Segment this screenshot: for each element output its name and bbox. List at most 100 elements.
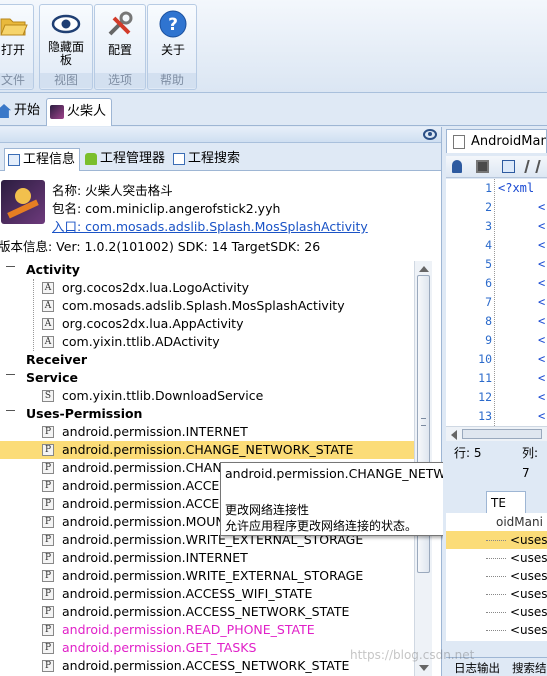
leaf-label: android.permission.INTERNET	[62, 550, 248, 565]
panel-header	[0, 127, 441, 143]
tree-leaf[interactable]: Pandroid.permission.INTERNET	[0, 423, 414, 441]
tab-project-label: 火柴人	[67, 104, 107, 119]
tree-node-service[interactable]: Service	[0, 369, 414, 387]
leaf-label: android.permission.ACCESS_NETWORK_STATE	[62, 604, 350, 619]
tree-connector	[486, 576, 506, 577]
app-icon	[50, 105, 64, 119]
collapse-icon[interactable]	[6, 374, 15, 375]
tab-start[interactable]: 开始	[0, 98, 42, 126]
hide-panel-button[interactable]: 隐藏面板	[41, 7, 91, 69]
node-label: Activity	[26, 262, 80, 277]
activity-icon: A	[42, 336, 54, 348]
tab-search-results[interactable]: 搜索结	[512, 660, 547, 676]
tab-project-manager[interactable]: 工程管理器	[82, 148, 168, 171]
code-line: <?xml	[498, 181, 535, 195]
permission-icon: P	[42, 570, 54, 582]
node-label: Uses-Permission	[26, 406, 143, 421]
document-tabs: 开始 火柴人	[0, 94, 547, 126]
leaf-label: android.permission.CHANG	[62, 460, 232, 475]
tree-leaf[interactable]: Pandroid.permission.INTERNET	[0, 549, 414, 567]
xml-node-label: <uses-	[510, 605, 547, 619]
tree-connector	[486, 540, 506, 541]
save-icon[interactable]	[476, 160, 489, 173]
tree-leaf[interactable]: Acom.mosads.adslib.Splash.MosSplashActiv…	[0, 297, 414, 315]
tab-bottom[interactable]: TE	[486, 491, 526, 513]
scroll-left-icon[interactable]	[451, 430, 457, 440]
search-icon	[173, 153, 185, 165]
tree-node-receiver[interactable]: Receiver	[0, 351, 414, 369]
tree-node-permissions[interactable]: Uses-Permission	[0, 405, 414, 423]
tree-leaf[interactable]: Aorg.cocos2dx.lua.LogoActivity	[0, 279, 414, 297]
collapse-icon[interactable]	[6, 266, 15, 267]
tab-project[interactable]: 火柴人	[46, 98, 112, 126]
config-button[interactable]: 配置	[95, 7, 145, 69]
code-line: <	[538, 276, 546, 290]
tree-node-activity[interactable]: Activity	[0, 261, 414, 279]
activity-icon: A	[42, 282, 54, 294]
about-button[interactable]: ? 关于	[148, 7, 198, 69]
editor-panel: AndroidMani 1 2 3 4 5 6 7 8 9 10 11 12 1…	[443, 127, 547, 676]
project-subtabs: 工程信息 工程管理器 工程搜索	[0, 143, 441, 171]
xml-node[interactable]: <uses-	[446, 567, 547, 585]
view-group-caption: 视图	[40, 73, 92, 88]
line-number: 3	[485, 219, 492, 233]
line-number: 6	[485, 276, 492, 290]
tab-project-search[interactable]: 工程搜索	[170, 148, 242, 171]
tree-leaf-selected[interactable]: Pandroid.permission.CHANGE_NETWORK_STATE	[0, 441, 414, 459]
copy-icon[interactable]	[502, 160, 515, 173]
xml-node[interactable]: <uses-	[446, 549, 547, 567]
tab-android-manifest[interactable]: AndroidMani	[446, 129, 547, 153]
tree-leaf[interactable]: Pandroid.permission.ACCESS_WIFI_STATE	[0, 585, 414, 603]
ribbon-group-view: 隐藏面板 视图	[39, 4, 93, 90]
permission-icon: P	[42, 552, 54, 564]
tree-leaf[interactable]: Scom.yixin.ttlib.DownloadService	[0, 387, 414, 405]
status-row: 行: 5	[454, 446, 482, 460]
code-editor[interactable]: 1 2 3 4 5 6 7 8 9 10 11 12 13 <?xml < < …	[446, 179, 547, 426]
hscroll-thumb[interactable]	[462, 429, 542, 439]
permission-icon: P	[42, 606, 54, 618]
scroll-down-icon[interactable]	[419, 665, 429, 671]
home-icon	[0, 104, 11, 118]
scroll-up-icon[interactable]	[419, 266, 429, 272]
tree-leaf[interactable]: Pandroid.permission.ACCESS_NETWORK_STATE	[0, 603, 414, 621]
app-entry-link[interactable]: 入口: com.mosads.adslib.Splash.MosSplashAc…	[52, 216, 368, 235]
code-line: <	[538, 333, 546, 347]
xml-node-selected[interactable]: <uses-	[446, 531, 547, 549]
xml-node[interactable]: <uses-	[446, 585, 547, 603]
app-name: 名称: 火柴人突击格斗	[52, 183, 173, 198]
code-line: <	[538, 200, 546, 214]
tooltip-description: 允许应用程序更改网络连接的状态。	[225, 519, 418, 533]
leaf-label: android.permission.CHANGE_NETWORK_STATE	[62, 442, 354, 457]
code-line: <	[538, 295, 546, 309]
tree-leaf[interactable]: Acom.yixin.ttlib.ADActivity	[0, 333, 414, 351]
android-icon	[85, 153, 97, 165]
xml-node[interactable]: <uses-	[446, 621, 547, 639]
tree-leaf[interactable]: Aorg.cocos2dx.lua.AppActivity	[0, 315, 414, 333]
lock-icon[interactable]	[452, 160, 462, 173]
leaf-label: android.permission.ACCESS	[62, 496, 236, 511]
leaf-label: org.cocos2dx.lua.LogoActivity	[62, 280, 250, 295]
tree-leaf[interactable]: Pandroid.permission.WRITE_EXTERNAL_STORA…	[0, 567, 414, 585]
leaf-label: org.cocos2dx.lua.AppActivity	[62, 316, 244, 331]
permission-icon: P	[42, 498, 54, 510]
editor-hscrollbar[interactable]	[446, 426, 547, 441]
watermark: https://blog.csdn.net	[350, 648, 475, 662]
ribbon-group-help: ? 关于 帮助	[147, 4, 197, 90]
tab-project-info[interactable]: 工程信息	[4, 148, 80, 171]
cut-icon[interactable]	[524, 160, 541, 173]
permission-icon: P	[42, 444, 54, 456]
status-col: 列: 7	[522, 446, 539, 480]
tab-project-search-label: 工程搜索	[188, 151, 241, 166]
xml-node[interactable]: <uses-	[446, 603, 547, 621]
collapse-icon[interactable]	[6, 410, 15, 411]
tree-leaf-sensitive[interactable]: Pandroid.permission.READ_PHONE_STATE	[0, 621, 414, 639]
tab-log-output[interactable]: 日志输出	[454, 660, 500, 676]
bottom-tabs: TE	[446, 491, 547, 513]
options-group-caption: 选项	[95, 73, 145, 88]
open-button[interactable]: 打开	[0, 7, 33, 69]
eye-icon[interactable]	[423, 129, 437, 140]
xml-tree-pane[interactable]: oidMani <uses- <uses- <uses- <uses- <use…	[446, 513, 547, 641]
tab-bottom-label: TE	[491, 496, 506, 510]
about-label: 关于	[160, 43, 185, 57]
line-number: 13	[478, 409, 492, 423]
